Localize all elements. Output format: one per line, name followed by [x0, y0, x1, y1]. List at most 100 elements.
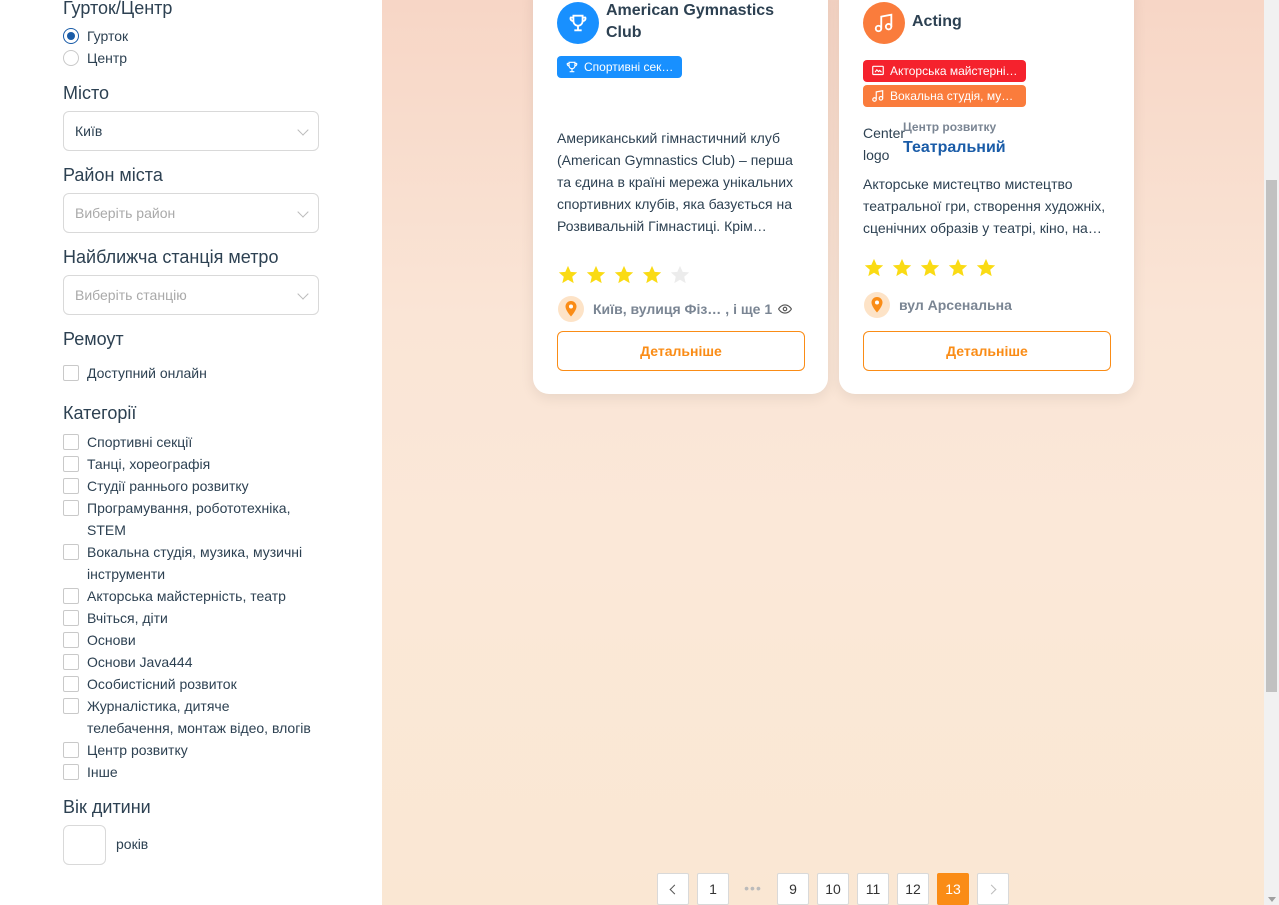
category-checkbox[interactable]: Танці, хореографія [63, 453, 319, 475]
radio-label: Гурток [87, 28, 129, 44]
category-checkbox[interactable]: Програмування, робототехніка, STEM [63, 497, 319, 541]
category-checkbox[interactable]: Основи Java444 [63, 651, 319, 673]
star-icon [948, 258, 968, 277]
checkbox[interactable] [63, 676, 79, 692]
club-title[interactable]: American Gymnastics Club [606, 0, 796, 44]
category-checkbox[interactable]: Спортивні секції [63, 431, 319, 453]
rating-stars [863, 257, 997, 279]
checkbox-label: Танці, хореографія [87, 456, 211, 472]
details-button[interactable]: Детальніше [557, 331, 805, 371]
age-input[interactable] [63, 825, 106, 865]
star-icon [864, 258, 884, 277]
checkbox-label: Програмування, робототехніка, STEM [87, 500, 291, 538]
category-checkbox[interactable]: Особистісний розвиток [63, 673, 319, 695]
center-name-link[interactable]: Театральний [903, 139, 1006, 157]
pagination-ellipsis[interactable]: ••• [737, 873, 769, 905]
district-filter-title: Район міста [63, 165, 163, 185]
page-10-button[interactable]: 10 [817, 873, 849, 905]
prev-page-button[interactable] [657, 873, 689, 905]
metro-select[interactable]: Виберіть станцію [63, 275, 319, 315]
club-address[interactable]: Київ, вулиця Фіз… , і ще 1 [557, 295, 793, 323]
location-pin-icon [558, 296, 584, 322]
tag-label: Вокальна студія, му… [890, 89, 1014, 103]
club-address[interactable]: вул Арсенальна [863, 291, 1012, 319]
city-select-value: Київ [75, 123, 103, 139]
address-more: , і ще 1 [725, 301, 773, 317]
details-button[interactable]: Детальніше [863, 331, 1111, 371]
checkbox[interactable] [63, 478, 79, 494]
checkbox[interactable] [63, 434, 79, 450]
tag-label: Спортивні секції [584, 60, 675, 74]
center-logo-alt: Center logo [863, 125, 905, 163]
radio-club[interactable]: Гурток [63, 25, 128, 47]
star-icon [558, 265, 578, 284]
chevron-down-icon [297, 124, 309, 136]
radio-center[interactable]: Центр [63, 47, 127, 69]
city-filter-title: Місто [63, 83, 110, 103]
page-13-button[interactable]: 13 [937, 873, 969, 905]
next-page-button[interactable] [977, 873, 1009, 905]
district-select[interactable]: Виберіть район [63, 193, 319, 233]
category-checkbox[interactable]: Журналістика, дитяче телебачення, монтаж… [63, 695, 319, 739]
checkbox[interactable] [63, 544, 79, 560]
category-checkbox[interactable]: Основи [63, 629, 319, 651]
trophy-icon [566, 61, 578, 73]
scrollbar-thumb[interactable] [1266, 180, 1277, 692]
checkbox[interactable] [63, 500, 79, 516]
checkbox[interactable] [63, 764, 79, 780]
checkbox[interactable] [63, 654, 79, 670]
eye-icon [778, 304, 793, 314]
page-12-button[interactable]: 12 [897, 873, 929, 905]
checkbox[interactable] [63, 588, 79, 604]
category-checkbox[interactable]: Вчіться, діти [63, 607, 319, 629]
chevron-left-icon [669, 884, 680, 895]
club-title[interactable]: Acting [912, 11, 962, 33]
checkbox-label: Вчіться, діти [87, 610, 168, 626]
metro-filter-title: Найближча станція метро [63, 247, 279, 267]
scrollbar[interactable] [1264, 0, 1279, 905]
page-9-button[interactable]: 9 [777, 873, 809, 905]
checkbox[interactable] [63, 632, 79, 648]
checkbox[interactable] [63, 698, 79, 714]
checkbox-label: Спортивні секції [87, 434, 193, 450]
categories-filter-title: Категорії [63, 403, 137, 423]
checkbox-label: Основи [87, 632, 136, 648]
type-filter-title: Гурток/Центр [63, 0, 173, 18]
category-tag: Акторська майстерні… [863, 60, 1026, 82]
page-11-button[interactable]: 11 [857, 873, 889, 905]
checkbox[interactable] [63, 742, 79, 758]
checkbox[interactable] [63, 456, 79, 472]
filters-sidebar: Гурток/Центр Гурток Центр Місто Київ Рай… [0, 0, 382, 905]
radio-button[interactable] [63, 50, 79, 66]
metro-placeholder: Виберіть станцію [75, 287, 187, 303]
category-checkbox[interactable]: Вокальна студія, музика, музичні інструм… [63, 541, 319, 585]
chevron-down-icon [297, 206, 309, 218]
center-logo: Center logo [863, 122, 905, 166]
age-filter-title: Вік дитини [63, 797, 151, 817]
radio-label: Центр [87, 50, 128, 66]
city-select[interactable]: Київ [63, 111, 319, 151]
scroll-down-arrow[interactable] [1268, 897, 1276, 902]
category-checkbox[interactable]: Студії раннього розвитку [63, 475, 319, 497]
club-card[interactable]: Acting Акторська майстерні… Вокальна сту… [839, 0, 1134, 394]
age-unit-label: років [116, 836, 149, 852]
star-icon [614, 265, 634, 284]
district-placeholder: Виберіть район [75, 205, 176, 221]
category-checkbox[interactable]: Акторська майстерність, театр [63, 585, 319, 607]
checkbox[interactable] [63, 365, 79, 381]
checkbox-label: Доступний онлайн [87, 365, 207, 381]
checkbox-online[interactable]: Доступний онлайн [63, 362, 319, 384]
category-checkbox[interactable]: Центр розвитку [63, 739, 319, 761]
page-1-button[interactable]: 1 [697, 873, 729, 905]
club-card[interactable]: American Gymnastics Club Спортивні секці… [533, 0, 828, 394]
star-icon [586, 265, 606, 284]
center-label: Центр розвитку [903, 120, 997, 134]
checkbox-label: Особистісний розвиток [87, 676, 237, 692]
chevron-down-icon [297, 288, 309, 300]
star-icon [642, 265, 662, 284]
checkbox[interactable] [63, 610, 79, 626]
address-text: вул Арсенальна [899, 297, 1012, 313]
star-icon [670, 265, 690, 284]
category-checkbox[interactable]: Інше [63, 761, 319, 783]
radio-button[interactable] [63, 28, 79, 44]
